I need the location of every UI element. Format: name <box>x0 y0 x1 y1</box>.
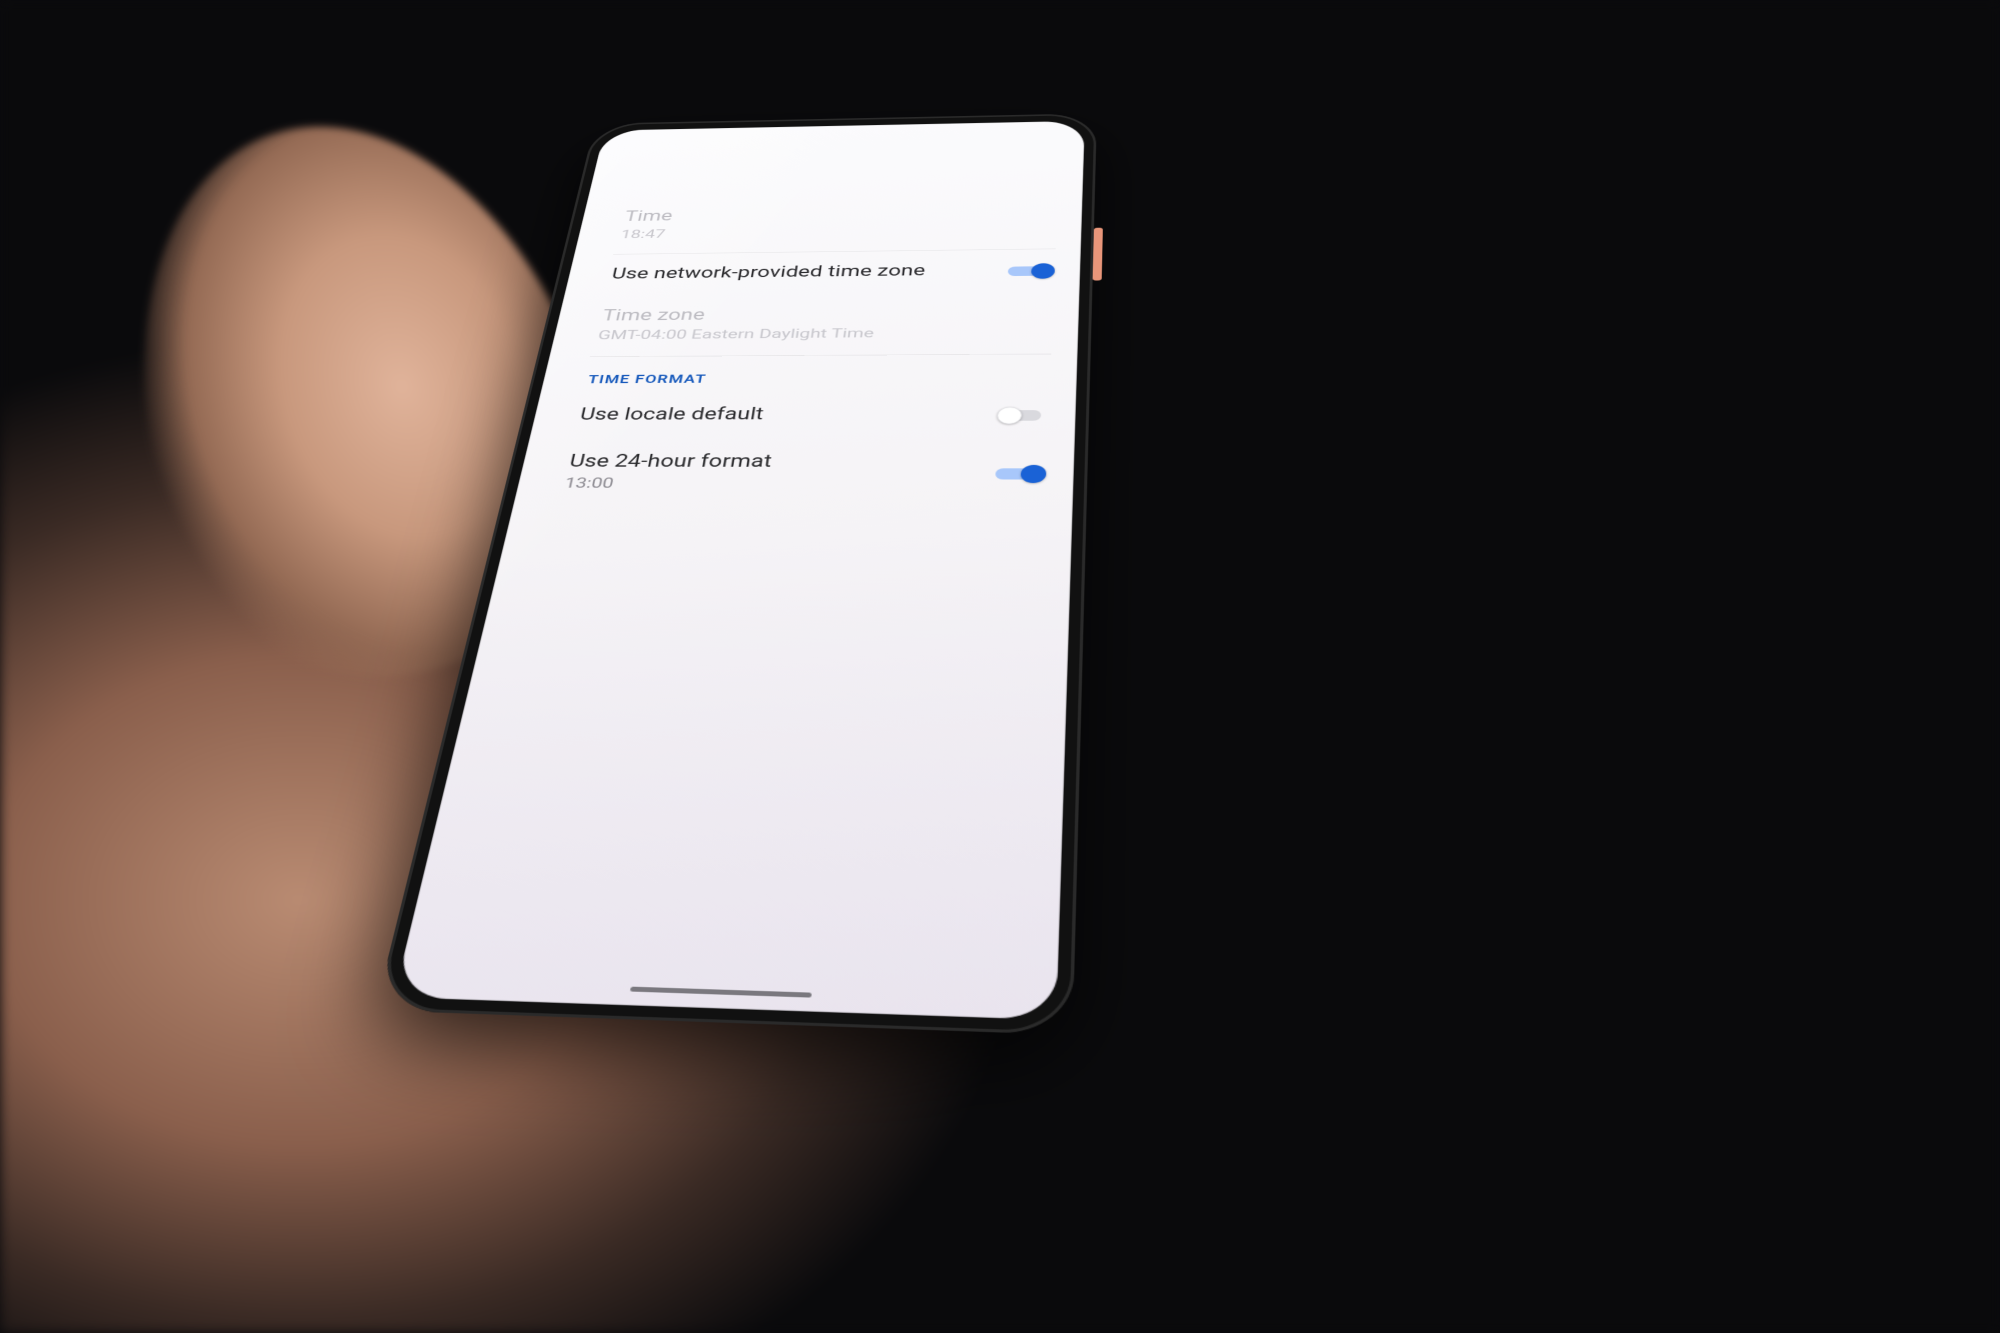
locale-default-toggle[interactable] <box>999 407 1047 422</box>
time-title: Time <box>623 202 1054 225</box>
settings-list: Time 18:47 Use network-provided time zon… <box>513 191 1083 509</box>
toggle-thumb <box>1020 465 1046 483</box>
setting-row-time: Time 18:47 <box>613 191 1058 254</box>
toggle-thumb <box>1031 263 1055 279</box>
section-header-time-format: TIME FORMAT <box>582 354 1052 393</box>
setting-row-24h-format[interactable]: Use 24-hour format 13:00 <box>556 438 1048 508</box>
gesture-nav-pill[interactable] <box>630 987 812 998</box>
time-zone-title: Time zone <box>601 303 1050 324</box>
setting-row-time-zone: Time zone GMT-04:00 Eastern Daylight Tim… <box>590 291 1054 356</box>
24h-toggle[interactable] <box>995 465 1045 480</box>
time-zone-value: GMT-04:00 Eastern Daylight Time <box>597 325 1049 343</box>
24h-sub: 13:00 <box>563 475 1042 493</box>
setting-row-network-time-zone[interactable]: Use network-provided time zone <box>604 249 1056 296</box>
locale-default-title: Use locale default <box>578 404 1045 424</box>
setting-row-locale-default[interactable]: Use locale default <box>571 391 1049 439</box>
toggle-thumb <box>997 406 1023 423</box>
network-tz-title: Use network-provided time zone <box>610 261 1052 283</box>
24h-title: Use 24-hour format <box>568 452 1044 472</box>
network-tz-toggle[interactable] <box>1008 263 1054 277</box>
time-value: 18:47 <box>619 222 1053 241</box>
